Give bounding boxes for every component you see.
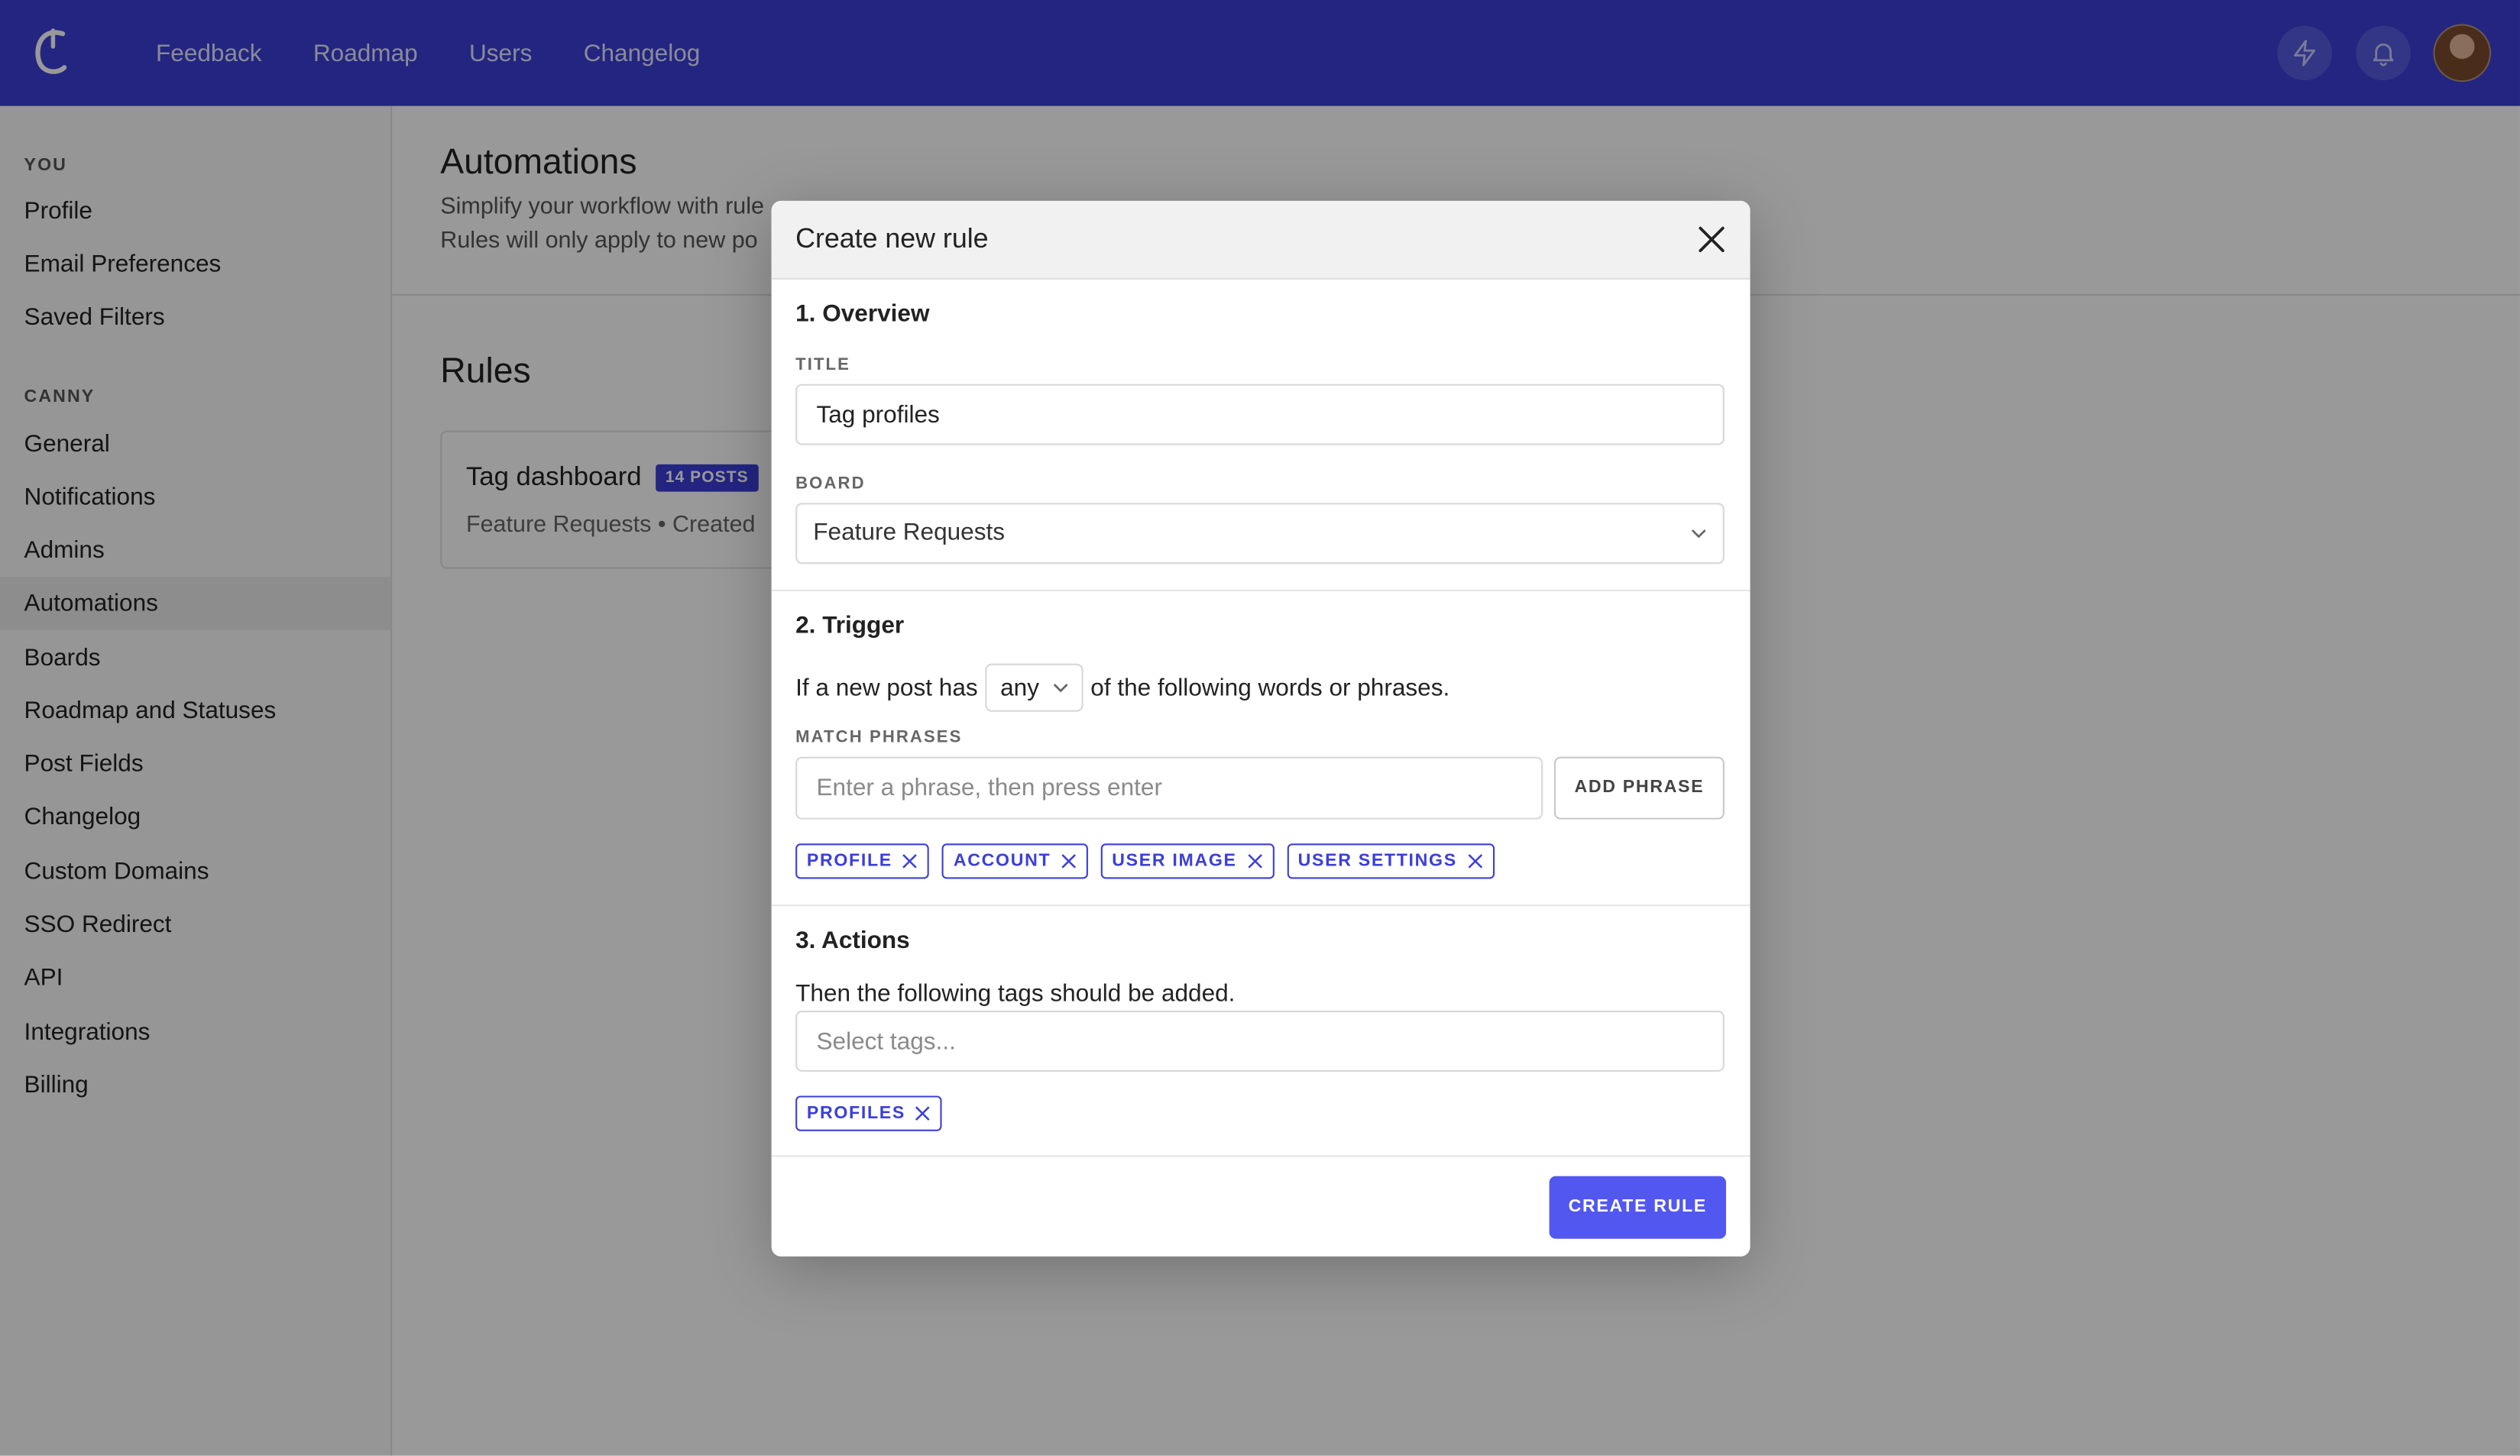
chevron-down-icon [1691, 529, 1706, 539]
modal-title: Create new rule [795, 223, 989, 254]
remove-icon[interactable] [915, 1105, 931, 1121]
phrase-tag: USER SETTINGS [1286, 843, 1495, 879]
modal-header: Create new rule [771, 200, 1751, 280]
trigger-text-before: If a new post has [795, 674, 978, 702]
create-rule-modal: Create new rule 1. Overview TITLE BOARD … [771, 200, 1751, 1257]
phrase-tags: PROFILE ACCOUNT USER IMAGE USER SETTINGS [795, 843, 1495, 879]
title-label: TITLE [795, 354, 851, 375]
phrase-tag-label: ACCOUNT [953, 851, 1051, 871]
close-icon[interactable] [1692, 220, 1731, 258]
match-phrases-label: MATCH PHRASES [795, 727, 963, 748]
create-rule-button[interactable]: CREATE RULE [1549, 1176, 1726, 1239]
phrase-tag-label: USER SETTINGS [1297, 851, 1457, 871]
chevron-down-icon [1052, 684, 1067, 693]
phrase-tag: PROFILE [795, 843, 930, 879]
match-mode-value: any [1000, 674, 1039, 702]
trigger-text-after: of the following words or phrases. [1090, 674, 1450, 702]
add-phrase-button[interactable]: ADD PHRASE [1553, 756, 1725, 820]
section-divider [771, 1155, 1751, 1157]
phrase-tag: ACCOUNT [942, 843, 1088, 879]
phrase-input[interactable] [795, 756, 1543, 820]
phrase-tag-label: USER IMAGE [1112, 851, 1237, 871]
action-tags: PROFILES [795, 1095, 943, 1131]
title-input[interactable] [795, 383, 1725, 445]
board-label: BOARD [795, 474, 866, 493]
remove-icon[interactable] [1466, 853, 1482, 869]
overview-heading: 1. Overview [795, 300, 930, 328]
phrase-tag: USER IMAGE [1100, 843, 1275, 879]
match-mode-select[interactable]: any [986, 663, 1083, 712]
trigger-heading: 2. Trigger [795, 612, 905, 640]
actions-description: Then the following tags should be added. [795, 980, 1236, 1008]
trigger-sentence: If a new post has any of the following w… [795, 662, 1449, 713]
remove-icon[interactable] [1061, 853, 1077, 869]
section-divider [771, 589, 1751, 592]
action-tag: PROFILES [795, 1095, 943, 1131]
tags-select-input[interactable] [795, 1010, 1725, 1072]
actions-heading: 3. Actions [795, 927, 910, 955]
action-tag-label: PROFILES [806, 1103, 906, 1124]
board-select-value: Feature Requests [813, 519, 1006, 547]
app-page: Feedback Roadmap Users Changelog YOU Pro… [0, 0, 2520, 1456]
board-select[interactable]: Feature Requests [795, 503, 1725, 565]
remove-icon[interactable] [902, 853, 918, 869]
remove-icon[interactable] [1246, 853, 1262, 869]
phrase-tag-label: PROFILE [806, 851, 892, 871]
section-divider [771, 904, 1751, 907]
